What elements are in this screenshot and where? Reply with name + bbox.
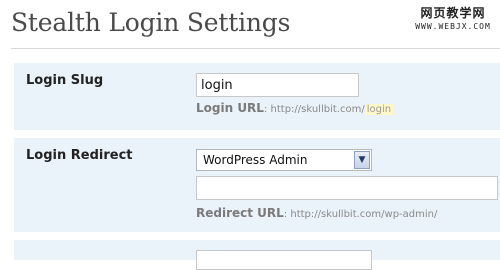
chevron-down-icon[interactable]: ▼ [354,151,370,169]
login-url-hint: Login URL: http://skullbit.com/login [196,101,394,115]
redirect-url-hint-label: Redirect URL [196,206,284,220]
redirect-url-input[interactable] [196,176,498,200]
page-title: Stealth Login Settings [11,8,291,37]
watermark-text-url: WWW.WEBJX.COM [415,22,491,31]
login-redirect-select[interactable]: WordPress Admin ▼ [196,149,372,171]
watermark-text-cn: 网页教学网 [420,6,486,20]
login-redirect-select-value: WordPress Admin [203,153,308,167]
login-slug-input[interactable] [196,73,359,97]
watermark-logo: 网页教学网 WWW.WEBJX.COM [412,5,494,39]
login-slug-label: Login Slug [26,73,104,88]
login-url-hint-sep: : [263,104,268,115]
login-redirect-label: Login Redirect [26,148,133,163]
login-redirect-row: Login Redirect WordPress Admin ▼ Redirec… [14,138,500,232]
login-url-hint-label: Login URL [196,101,264,115]
redirect-url-hint-sep: : [283,209,288,220]
redirect-url-hint-value: http://skullbit.com/wp-admin/ [290,209,438,220]
redirect-url-hint: Redirect URL: http://skullbit.com/wp-adm… [196,206,437,220]
next-setting-row [14,240,500,270]
title-divider [11,48,500,49]
next-setting-input[interactable] [196,250,372,270]
login-url-hint-slug: login [364,104,394,115]
login-slug-row: Login Slug Login URL: http://skullbit.co… [14,63,500,130]
login-url-hint-prefix: http://skullbit.com/ [270,104,365,115]
